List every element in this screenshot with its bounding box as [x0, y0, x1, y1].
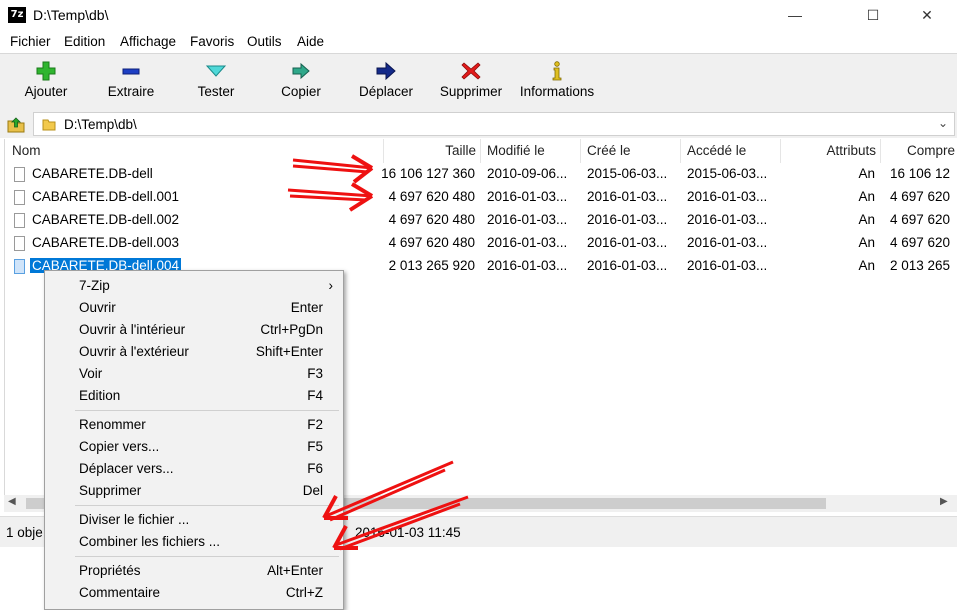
annotation-arrows [287, 154, 469, 551]
annotation-arrow-size-2 [287, 182, 374, 212]
annotation-arrow-split [322, 460, 454, 522]
app-window: 7z D:\Temp\db\ — ☐ ✕ Fichier Edition Aff… [0, 0, 957, 610]
annotation-arrow-size-1 [292, 154, 374, 184]
